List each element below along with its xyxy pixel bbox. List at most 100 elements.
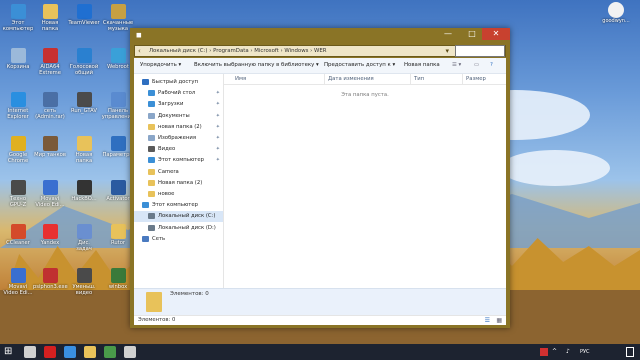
nav-item[interactable]: Рабочий стол ✦ <box>134 88 223 99</box>
desktop-icon-teamviewer[interactable]: TeamViewer <box>67 4 101 26</box>
nav-item[interactable]: Быстрый доступ <box>134 77 223 88</box>
desktop-icon-gpuz[interactable]: Техно GPU-Z <box>1 180 35 208</box>
user-label: goodwyn... <box>602 18 630 24</box>
desktop-icon-run-gta[interactable]: Run_GTAV <box>67 92 101 114</box>
movavi-icon <box>42 180 58 195</box>
help-icon[interactable]: ? <box>490 58 493 73</box>
nav-item-label: Локальный диск (C:) <box>158 213 216 220</box>
antivirus-tray-icon[interactable] <box>540 348 548 356</box>
pin-icon[interactable]: ✦ <box>216 122 220 133</box>
psiphon-icon <box>42 268 58 283</box>
desktop-icon-recycle[interactable]: Корзина <box>1 48 35 70</box>
chevron-up-icon[interactable]: ^ <box>552 348 557 355</box>
column-size[interactable]: Размер <box>462 74 506 84</box>
hacks-icon <box>76 180 92 195</box>
nav-item[interactable]: новая папка (2) ✦ <box>134 122 223 133</box>
back-icon[interactable]: ‹ <box>138 46 141 56</box>
new-folder-button[interactable]: Новая папка <box>404 58 440 73</box>
pin-icon[interactable]: ✦ <box>216 88 220 99</box>
nav-item-icon <box>148 112 155 119</box>
desktop-icon-cloud[interactable]: Голосовой общий <box>67 48 101 76</box>
taskbar-media-icon[interactable] <box>104 346 116 358</box>
pin-icon[interactable]: ✦ <box>216 99 220 110</box>
desktop-icon-ie[interactable]: Internet Explorer <box>1 92 35 120</box>
column-date[interactable]: Дата изменения <box>324 74 378 84</box>
desktop-icon-tanks[interactable]: Мир танков <box>33 136 67 158</box>
address-bar[interactable]: ‹ Локальный диск (C:) › ProgramData › Mi… <box>134 45 506 57</box>
view-options-icon[interactable]: ☰ ▾ <box>452 58 461 73</box>
taskbar-search-icon[interactable] <box>24 346 36 358</box>
desktop-icon-new-folder[interactable]: Новая папка <box>33 4 67 32</box>
search-input[interactable] <box>455 45 505 57</box>
user-icon[interactable]: goodwyn... <box>596 2 636 24</box>
nav-item[interactable]: Загрузки ✦ <box>134 99 223 110</box>
breadcrumb[interactable]: Локальный диск (C:) › ProgramData › Micr… <box>149 46 327 56</box>
nav-item-label: Изображения <box>158 135 197 141</box>
nav-item[interactable]: Локальный диск (D:) <box>134 223 223 234</box>
rutor-icon <box>110 224 126 239</box>
taskbar-explorer-icon[interactable] <box>84 346 96 358</box>
pin-icon[interactable]: ✦ <box>216 133 220 144</box>
desktop-icon-movavi2[interactable]: Movavi Video Edi... <box>1 268 35 296</box>
desktop-icon-psiphon[interactable]: psiphon3.exe <box>33 268 68 290</box>
preview-pane-icon[interactable]: ▭ <box>474 58 479 73</box>
desktop-icon-mkvkey[interactable]: Уменьш. видео <box>67 268 101 296</box>
column-type[interactable]: Тип <box>410 74 462 84</box>
pin-icon[interactable]: ✦ <box>216 111 220 122</box>
cloud-icon <box>76 48 92 63</box>
nav-item-label: Этот компьютер <box>158 157 204 164</box>
nav-item[interactable]: Camera <box>134 167 223 178</box>
yandex-icon <box>42 224 58 239</box>
nav-item[interactable]: Этот компьютер ✦ <box>134 155 223 166</box>
empty-folder-text: Эта папка пуста. <box>341 92 389 98</box>
share-button[interactable]: Предоставить доступ к ▾ <box>324 58 395 73</box>
taskbar-start-icon[interactable]: ⊞ <box>4 346 16 358</box>
title-bar[interactable]: ◼ — □ ✕ <box>130 28 510 44</box>
minimize-button[interactable]: — <box>436 28 460 40</box>
pin-icon[interactable]: ✦ <box>216 155 220 166</box>
taskbar-opera-icon[interactable] <box>44 346 56 358</box>
desktop-icon-movavi[interactable]: Movavi Video Edi... <box>33 180 67 208</box>
notifications-icon[interactable] <box>626 347 634 357</box>
desktop-icon-newfolder2[interactable]: Новая папка <box>67 136 101 164</box>
desktop-icon-aida[interactable]: AIDA64 Extreme <box>33 48 67 76</box>
desktop-icon-hacks[interactable]: HackBO... <box>67 180 101 202</box>
column-name[interactable]: Имя <box>232 74 319 84</box>
desktop-icon-this-pc[interactable]: Этот компьютер <box>1 4 35 32</box>
details-view-icon[interactable]: ☰ <box>485 316 490 325</box>
nav-item-icon <box>148 101 155 108</box>
nav-item[interactable]: Сеть <box>134 234 223 245</box>
nav-item[interactable]: новое <box>134 189 223 200</box>
desktop-icon-net[interactable]: сеть (Admin.rar) <box>33 92 67 120</box>
tiles-view-icon[interactable]: ▦ <box>496 316 502 325</box>
nav-item[interactable]: Новая папка (2) <box>134 178 223 189</box>
desktop-icon-label: Мир танков <box>34 152 66 158</box>
desktop-icon-chrome[interactable]: Google Chrome <box>1 136 35 164</box>
nav-item[interactable]: Этот компьютер <box>134 200 223 211</box>
nav-item-icon <box>148 179 155 186</box>
dropdown-icon[interactable]: ▾ <box>445 46 449 56</box>
column-header: Имя Дата изменения Тип Размер <box>224 74 506 85</box>
language-indicator[interactable]: РУС <box>580 344 590 360</box>
include-library-button[interactable]: Включить выбранную папку в библиотеку ▾ <box>194 58 319 73</box>
organize-button[interactable]: Упорядочить ▾ <box>140 58 181 73</box>
desktop-icon-ccleaner[interactable]: CCleaner <box>1 224 35 246</box>
nav-item-label: Этот компьютер <box>152 202 198 209</box>
maximize-button[interactable]: □ <box>460 28 484 40</box>
desktop-icon-yandex[interactable]: Yandex <box>33 224 67 246</box>
taskbar-edge-icon[interactable] <box>64 346 76 358</box>
window-menu-icon[interactable]: ◼ <box>136 31 142 39</box>
file-list[interactable]: Имя Дата изменения Тип Размер Эта папка … <box>224 74 506 314</box>
nav-item[interactable]: Локальный диск (C:) <box>134 211 223 223</box>
nav-item[interactable]: Изображения ✦ <box>134 133 223 144</box>
nav-item[interactable]: Видео ✦ <box>134 144 223 155</box>
gpuz-icon <box>10 180 26 195</box>
desktop-icon-dispatcher[interactable]: Дис. задач <box>67 224 101 252</box>
tanks-icon <box>42 136 58 151</box>
pin-icon[interactable]: ✦ <box>216 144 220 155</box>
volume-icon[interactable]: ♪ <box>566 348 570 355</box>
nav-item[interactable]: Документы ✦ <box>134 111 223 122</box>
taskbar-yandex-icon[interactable] <box>124 346 136 358</box>
close-button[interactable]: ✕ <box>482 28 510 40</box>
details-count: Элементов: 0 <box>170 291 209 297</box>
